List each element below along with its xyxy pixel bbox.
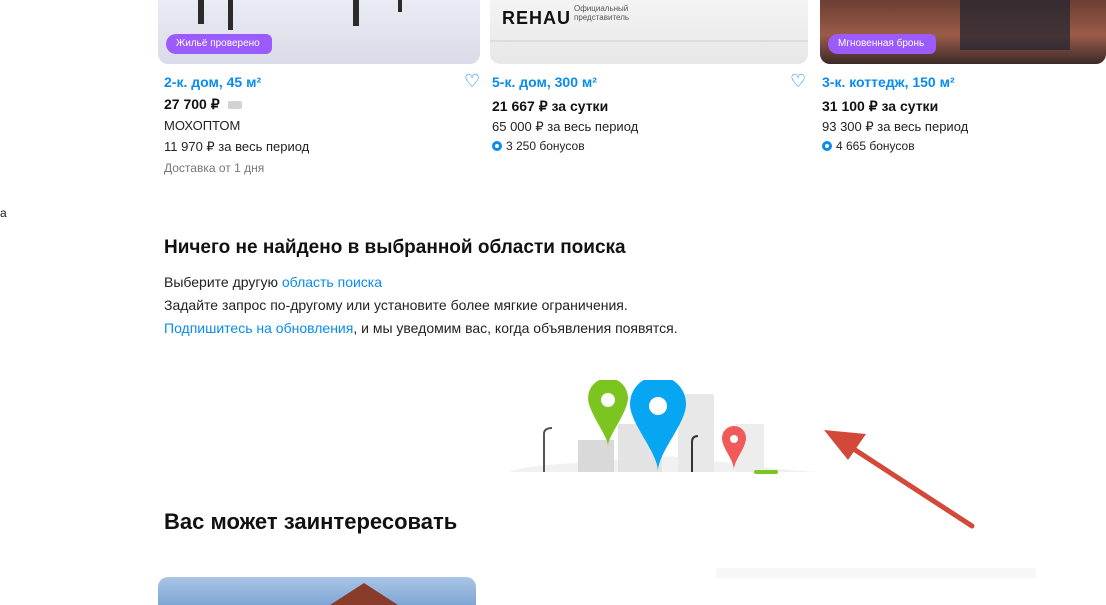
empty-state-text: Выберите другую область поиска Задайте з…: [164, 271, 864, 340]
card-3-info: 3-к. коттедж, 150 м² 31 100 ₽ за сутки 9…: [822, 74, 1102, 153]
card-3-period-price: 93 300 ₽ за весь период: [822, 119, 969, 134]
card-1-price: 27 700 ₽: [164, 96, 220, 112]
card-2-price: 21 667 ₽ за сутки: [492, 98, 609, 114]
empty-state-line-1: Выберите другую область поиска: [164, 271, 864, 294]
card-2-period-price: 65 000 ₽ за весь период: [492, 119, 639, 134]
empty-search-illustration: [508, 380, 818, 474]
ground-marker: [754, 470, 778, 474]
card-1-seller: МОХОПТОМ: [164, 118, 241, 133]
trees-illustration: [198, 0, 402, 30]
favorite-heart-icon[interactable]: ♡: [790, 72, 806, 90]
card-3-title[interactable]: 3-к. коттедж, 150 м²: [822, 74, 1102, 90]
favorite-heart-icon[interactable]: ♡: [464, 72, 480, 90]
card-2-title[interactable]: 5-к. дом, 300 м²: [492, 74, 792, 90]
card-2-bonus-text: 3 250 бонусов: [506, 139, 585, 153]
bonus-icon: [822, 141, 832, 151]
empty-state-line-2: Задайте запрос по-другому или установите…: [164, 297, 628, 313]
card-1-period-price: 11 970 ₽ за весь период: [164, 139, 310, 154]
door-shape: [960, 0, 1070, 50]
subscribe-updates-link[interactable]: Подпишитесь на обновления: [164, 320, 353, 336]
card-2-bonus: 3 250 бонусов: [492, 139, 792, 153]
bonus-icon: [492, 141, 502, 151]
divider: [490, 40, 808, 42]
ground-shape: [508, 455, 818, 472]
building: [578, 440, 614, 472]
card-3-price: 31 100 ₽ за сутки: [822, 98, 939, 114]
search-area-link[interactable]: область поиска: [282, 274, 382, 290]
card-1-title[interactable]: 2-к. дом, 45 м²: [164, 74, 464, 90]
line-3-text: , и мы уведомим вас, когда объявления по…: [353, 320, 678, 336]
brand-logo: REHAU: [502, 8, 572, 28]
red-arrow-annotation: [824, 430, 975, 529]
card-1-delivery: Доставка от 1 дня: [164, 161, 265, 175]
delivery-icon: [228, 100, 243, 109]
recommend-heading: Вас может заинтересовать: [164, 509, 458, 534]
card-3-bonus: 4 665 бонусов: [822, 139, 1102, 153]
verified-tag: Жильё проверено: [166, 34, 272, 54]
card-2-info: 5-к. дом, 300 м² 21 667 ₽ за сутки 65 00…: [492, 74, 792, 153]
brand-subtitle: Официальный представитель: [574, 4, 630, 22]
empty-state-line-3: Подпишитесь на обновления, и мы уведомим…: [164, 317, 864, 340]
instant-booking-tag: Мгновенная бронь: [828, 34, 937, 54]
line-1-text: Выберите другую: [164, 274, 282, 290]
roof-shape: [330, 583, 398, 605]
left-edge-fragment: а: [0, 206, 7, 220]
card-1-info: 2-к. дом, 45 м² 27 700 ₽ МОХОПТОМ 11 970…: [164, 74, 464, 175]
empty-state-heading: Ничего не найдено в выбранной области по…: [164, 237, 626, 258]
card-1-image[interactable]: Жильё проверено: [158, 0, 480, 64]
recommend-card-1-image[interactable]: [158, 577, 476, 605]
card-2-image[interactable]: REHAU Официальный представитель: [490, 0, 808, 64]
card-3-bonus-text: 4 665 бонусов: [836, 139, 915, 153]
card-3-image[interactable]: Мгновенная бронь: [820, 0, 1106, 64]
recommend-card-2-image[interactable]: [716, 568, 1036, 578]
